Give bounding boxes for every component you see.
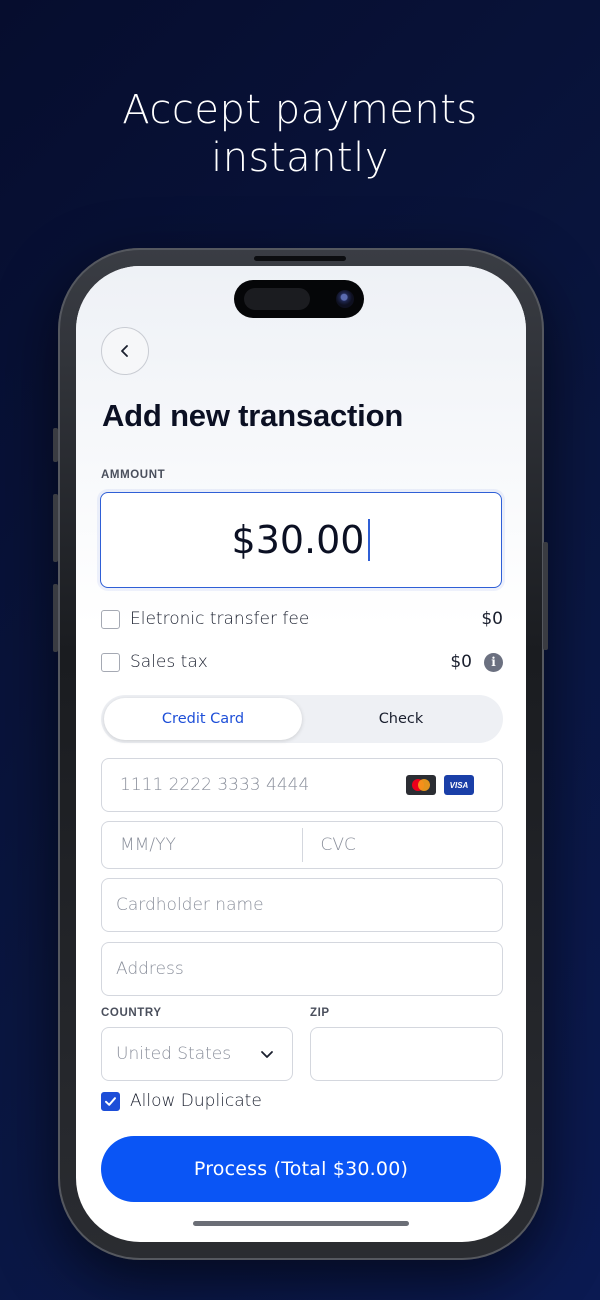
text-caret — [368, 519, 371, 561]
card-number-placeholder: 1111 2222 3333 4444 — [120, 775, 310, 795]
payment-method-tabs: Credit Card Check — [101, 695, 503, 743]
expiry-cvc-group: MM/YY CVC — [101, 821, 503, 869]
card-brand-logos: VISA — [406, 775, 474, 795]
tab-check[interactable]: Check — [302, 698, 500, 740]
headline-line-2: instantly — [211, 135, 389, 181]
expiry-input[interactable]: MM/YY — [102, 828, 303, 862]
phone-mute-switch — [53, 428, 58, 462]
fee-row-sales-tax[interactable]: Sales tax $0 i — [101, 650, 503, 674]
transfer-fee-value: $0 — [481, 609, 503, 629]
mastercard-icon — [406, 775, 436, 795]
home-indicator[interactable] — [193, 1221, 409, 1226]
cardholder-placeholder: Cardholder name — [116, 895, 264, 915]
cardholder-name-input[interactable]: Cardholder name — [101, 878, 503, 932]
phone-screen: Add new transaction AMMOUNT $30.00 Eletr… — [76, 266, 526, 1242]
allow-duplicate-row[interactable]: Allow Duplicate — [101, 1089, 262, 1113]
checkmark-icon — [105, 1096, 116, 1106]
allow-duplicate-checkbox[interactable] — [101, 1091, 120, 1111]
chevron-down-icon — [261, 1051, 273, 1058]
sales-tax-value: $0 — [450, 652, 472, 672]
fee-row-transfer[interactable]: Eletronic transfer fee $0 — [101, 607, 503, 631]
info-icon[interactable]: i — [484, 652, 503, 672]
phone-volume-up — [53, 494, 58, 562]
transfer-fee-label: Eletronic transfer fee — [130, 609, 310, 629]
transfer-fee-checkbox[interactable] — [101, 609, 120, 629]
visa-icon: VISA — [444, 775, 474, 795]
address-input[interactable]: Address — [101, 942, 503, 996]
cvc-input[interactable]: CVC — [303, 822, 503, 868]
address-placeholder: Address — [116, 959, 184, 979]
amount-value: $30.00 — [231, 518, 365, 562]
camera-icon — [336, 290, 354, 308]
allow-duplicate-label: Allow Duplicate — [130, 1091, 262, 1111]
country-value: United States — [116, 1044, 232, 1064]
page-title: Add new transaction — [102, 398, 404, 433]
amount-input[interactable]: $30.00 — [100, 492, 502, 588]
card-number-input[interactable]: 1111 2222 3333 4444 VISA — [101, 758, 503, 812]
amount-label: AMMOUNT — [101, 469, 166, 481]
headline-line-1: Accept payments — [122, 87, 478, 133]
dynamic-island — [234, 280, 364, 318]
chevron-left-icon — [121, 345, 128, 357]
phone-power-button — [543, 542, 548, 650]
country-select[interactable]: United States — [101, 1027, 293, 1081]
sales-tax-checkbox[interactable] — [101, 652, 120, 672]
marketing-headline: Accept payments instantly — [0, 86, 600, 182]
back-button[interactable] — [101, 327, 149, 375]
sales-tax-label: Sales tax — [130, 652, 208, 672]
process-button[interactable]: Process (Total $30.00) — [101, 1136, 501, 1202]
phone-speaker — [254, 256, 346, 261]
country-label: COUNTRY — [101, 1007, 162, 1019]
zip-label: ZIP — [310, 1007, 330, 1019]
tab-credit-card[interactable]: Credit Card — [104, 698, 302, 740]
zip-input[interactable] — [310, 1027, 503, 1081]
phone-volume-down — [53, 584, 58, 652]
